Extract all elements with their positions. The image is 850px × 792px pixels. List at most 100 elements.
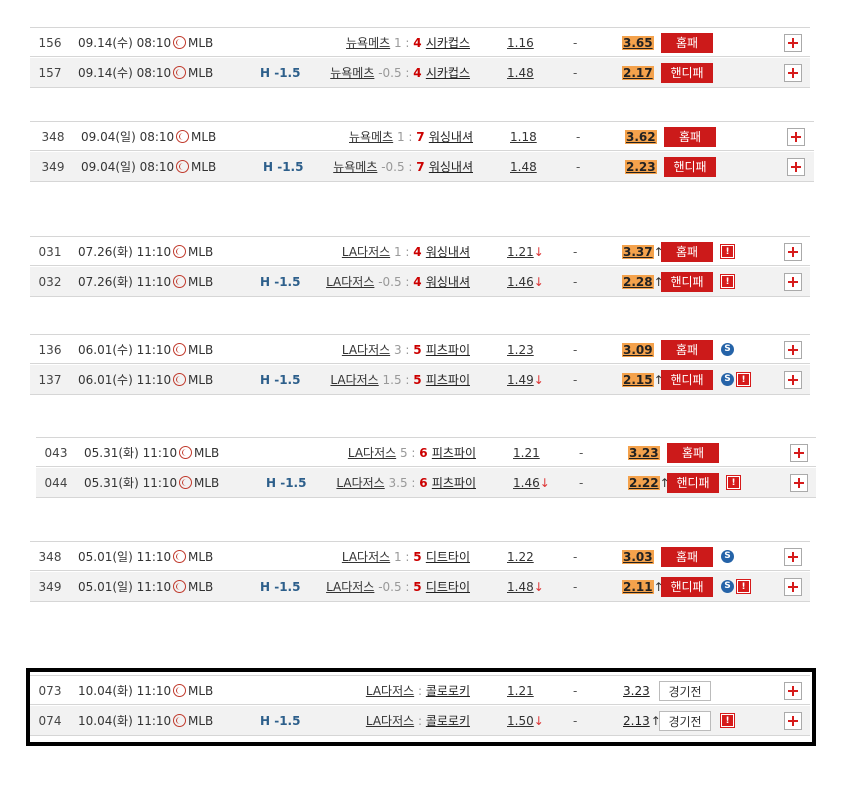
match-teams[interactable]: LA다저스 1 : 5 디트타이 — [280, 542, 470, 572]
match-teams[interactable]: 뉴욕메츠 -0.5 : 4 시카컵스 — [280, 58, 470, 88]
away-team[interactable]: 피츠파이 — [426, 343, 470, 357]
away-team[interactable]: 피츠파이 — [426, 373, 470, 387]
away-odds[interactable]: 3.62 — [625, 130, 657, 144]
home-odds[interactable]: 1.23 — [507, 343, 534, 357]
add-to-slip-button[interactable] — [784, 64, 802, 82]
match-teams[interactable]: LA다저스 -0.5 : 4 워싱내셔 — [280, 267, 470, 297]
home-odds[interactable]: 1.18 — [510, 130, 537, 144]
home-odds[interactable]: 1.48 — [510, 160, 537, 174]
away-score: 4 — [413, 275, 426, 289]
match-teams[interactable]: LA다저스 1 : 4 워싱내셔 — [280, 237, 470, 267]
away-team[interactable]: 시카컵스 — [426, 66, 470, 80]
special-s-badge: S — [721, 343, 734, 356]
home-odds-cell: 1.21 — [513, 438, 573, 468]
away-team[interactable]: 디트타이 — [426, 580, 470, 594]
match-teams[interactable]: LA다저스 -0.5 : 5 디트타이 — [280, 572, 470, 602]
match-teams[interactable]: LA다저스 5 : 6 피츠파이 — [286, 438, 476, 468]
add-to-slip-button[interactable] — [784, 341, 802, 359]
add-to-slip-button[interactable] — [784, 243, 802, 261]
match-teams[interactable]: LA다저스 1.5 : 5 피츠파이 — [280, 365, 470, 395]
league-name: MLB — [188, 343, 214, 357]
away-odds[interactable]: 2.11 — [622, 580, 654, 594]
away-team[interactable]: 피츠파이 — [432, 446, 476, 460]
home-team[interactable]: LA다저스 — [326, 275, 374, 289]
away-team[interactable]: 워싱내셔 — [426, 245, 470, 259]
away-odds[interactable]: 3.03 — [622, 550, 654, 564]
match-row: 157 09.14(수) 08:10 MLB H -1.5 뉴욕메츠 -0.5 : 4 … — [30, 58, 810, 88]
away-odds[interactable]: 2.17 — [622, 66, 654, 80]
result-button[interactable]: 핸디패 — [661, 63, 713, 83]
add-to-slip-button[interactable] — [784, 34, 802, 52]
add-to-slip-button[interactable] — [784, 371, 802, 389]
add-to-slip-button[interactable] — [790, 474, 808, 492]
result-button[interactable]: 핸디패 — [664, 157, 716, 177]
add-to-slip-button[interactable] — [784, 578, 802, 596]
home-team[interactable]: LA다저스 — [342, 550, 390, 564]
home-odds[interactable]: 1.49 — [507, 373, 534, 387]
away-odds[interactable]: 3.09 — [622, 343, 654, 357]
away-odds[interactable]: 3.23 — [628, 446, 660, 460]
home-team[interactable]: LA다저스 — [342, 343, 390, 357]
away-odds[interactable]: 3.65 — [622, 36, 654, 50]
home-team[interactable]: 뉴욕메츠 — [333, 160, 377, 174]
home-score: 1 : — [390, 550, 414, 564]
home-odds[interactable]: 1.21 — [513, 446, 540, 460]
result-button[interactable]: 핸디패 — [661, 272, 713, 292]
special-s-badge: S — [721, 580, 734, 593]
away-team[interactable]: 워싱내셔 — [429, 130, 473, 144]
match-teams[interactable]: 뉴욕메츠 -0.5 : 7 워싱내셔 — [283, 152, 473, 182]
away-team[interactable]: 워싱내셔 — [426, 275, 470, 289]
away-team[interactable]: 피츠파이 — [432, 476, 476, 490]
home-team[interactable]: LA다저스 — [342, 245, 390, 259]
home-odds[interactable]: 1.22 — [507, 550, 534, 564]
match-teams[interactable]: 뉴욕메츠 1 : 4 시카컵스 — [280, 28, 470, 58]
away-team[interactable]: 워싱내셔 — [429, 160, 473, 174]
add-to-slip-button[interactable] — [790, 444, 808, 462]
add-to-slip-button[interactable] — [784, 548, 802, 566]
result-button[interactable]: 핸디패 — [661, 577, 713, 597]
result-button[interactable]: 홈패 — [661, 242, 713, 262]
match-teams[interactable]: LA다저스 3.5 : 6 피츠파이 — [286, 468, 476, 498]
game-number: 156 — [38, 36, 62, 50]
add-to-slip-button[interactable] — [787, 128, 805, 146]
home-team[interactable]: LA다저스 — [336, 476, 384, 490]
away-odds[interactable]: 2.28 — [622, 275, 654, 289]
result-button[interactable]: 홈패 — [664, 127, 716, 147]
home-team[interactable]: 뉴욕메츠 — [346, 36, 390, 50]
away-team[interactable]: 디트타이 — [426, 550, 470, 564]
away-odds[interactable]: 2.22 — [628, 476, 660, 490]
add-to-slip-button[interactable] — [787, 158, 805, 176]
home-odds[interactable]: 1.46 — [513, 476, 540, 490]
away-odds[interactable]: 3.37 — [622, 245, 654, 259]
home-team[interactable]: LA다저스 — [326, 580, 374, 594]
odds-down-arrow: ↓ — [533, 580, 544, 594]
match-teams[interactable]: 뉴욕메츠 1 : 7 워싱내셔 — [283, 122, 473, 152]
home-odds[interactable]: 1.48 — [507, 580, 534, 594]
result-button[interactable]: 핸디패 — [667, 473, 719, 493]
home-team[interactable]: 뉴욕메츠 — [330, 66, 374, 80]
game-number: 044 — [44, 476, 68, 490]
result-button[interactable]: 홈패 — [661, 547, 713, 567]
match-row: 136 06.01(수) 11:10 MLB LA다저스 3 : 5 피츠파이 1.23… — [30, 334, 810, 364]
away-odds[interactable]: 2.15 — [622, 373, 654, 387]
away-score: 5 — [413, 373, 426, 387]
result-button[interactable]: 홈패 — [667, 443, 719, 463]
result-button[interactable]: 핸디패 — [661, 370, 713, 390]
away-odds[interactable]: 2.23 — [625, 160, 657, 174]
home-odds[interactable]: 1.48 — [507, 66, 534, 80]
add-to-slip-button[interactable] — [784, 273, 802, 291]
baseball-icon — [173, 275, 186, 288]
result-button[interactable]: 홈패 — [661, 33, 713, 53]
home-odds[interactable]: 1.46 — [507, 275, 534, 289]
home-team[interactable]: LA다저스 — [348, 446, 396, 460]
draw-odds: - — [573, 36, 578, 50]
game-number: 032 — [38, 275, 62, 289]
match-row: 031 07.26(화) 11:10 MLB LA다저스 1 : 4 워싱내셔 1.21… — [30, 236, 810, 266]
home-team[interactable]: 뉴욕메츠 — [349, 130, 393, 144]
home-team[interactable]: LA다저스 — [330, 373, 378, 387]
match-teams[interactable]: LA다저스 3 : 5 피츠파이 — [280, 335, 470, 365]
home-odds[interactable]: 1.16 — [507, 36, 534, 50]
result-button[interactable]: 홈패 — [661, 340, 713, 360]
home-odds[interactable]: 1.21 — [507, 245, 534, 259]
away-team[interactable]: 시카컵스 — [426, 36, 470, 50]
